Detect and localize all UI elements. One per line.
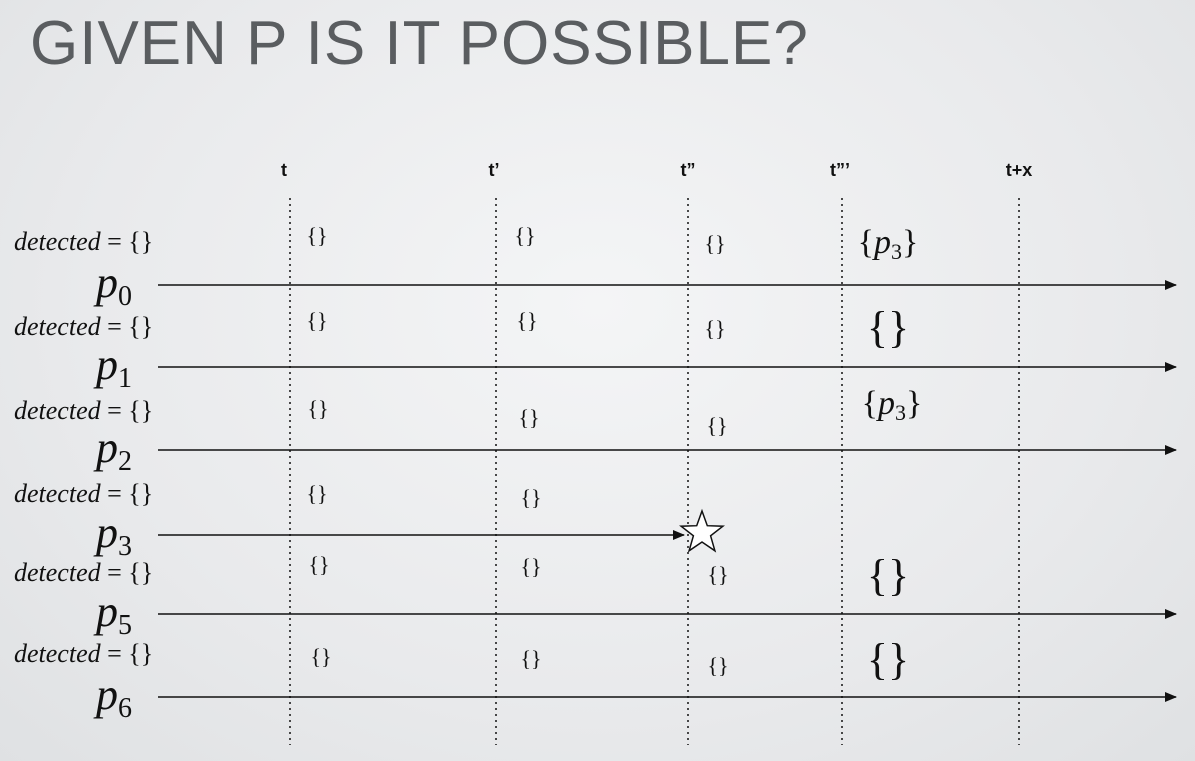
process-label: p6 — [93, 670, 132, 724]
detected-set: {} — [520, 554, 541, 579]
detected-set: {} — [867, 551, 909, 600]
detected-set: {} — [520, 646, 541, 671]
time-label: t — [281, 160, 287, 180]
time-label: t” — [681, 160, 696, 180]
detected-set: {} — [514, 223, 535, 248]
detected-set: {} — [306, 223, 327, 248]
process-label: p5 — [93, 587, 132, 641]
detected-set: {} — [707, 562, 728, 587]
process-label: p2 — [93, 423, 132, 477]
process-label: p0 — [93, 258, 132, 312]
detected-label: detected = {} — [14, 227, 153, 256]
detected-set: {} — [867, 635, 909, 684]
detected-set: {} — [308, 552, 329, 577]
time-label: t+x — [1006, 160, 1033, 180]
detected-set: {p3} — [858, 224, 919, 264]
detected-set: {} — [867, 303, 909, 352]
detected-label: detected = {} — [14, 639, 153, 668]
detected-set: {} — [704, 316, 725, 341]
detected-set: {} — [706, 413, 727, 438]
detected-set: {} — [310, 644, 331, 669]
detected-label: detected = {} — [14, 312, 153, 341]
detected-set: {} — [520, 485, 541, 510]
detected-set: {} — [518, 405, 539, 430]
detected-set: {} — [306, 481, 327, 506]
time-label: t”’ — [830, 160, 850, 180]
detected-set: {} — [707, 653, 728, 678]
detected-set: {p3} — [862, 385, 923, 425]
process-label: p3 — [93, 508, 132, 562]
detected-set: {} — [516, 308, 537, 333]
timeline-diagram: t t’ t” t”’ t+xdetected = {}p0{}{}{} {p3}dete… — [14, 160, 1177, 745]
detected-set: {} — [307, 396, 328, 421]
detected-label: detected = {} — [14, 558, 153, 587]
detected-label: detected = {} — [14, 479, 153, 508]
detected-set: {} — [306, 308, 327, 333]
time-label: t’ — [489, 160, 500, 180]
detected-set: {} — [704, 231, 725, 256]
process-label: p1 — [93, 340, 132, 394]
detected-label: detected = {} — [14, 396, 153, 425]
